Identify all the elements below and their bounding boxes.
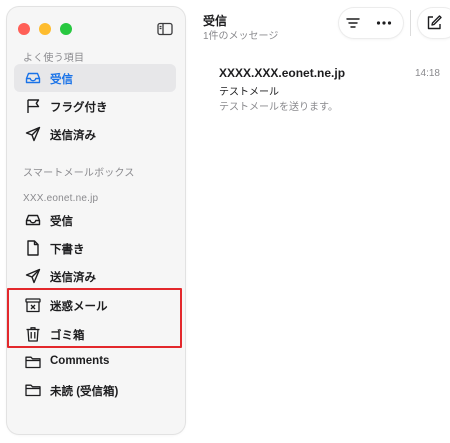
message-time: 14:18 — [414, 68, 440, 79]
message-list-item[interactable]: XXXX.XXX.eonet.ne.jp 14:18 テストメール テストメール… — [210, 58, 440, 118]
filter-icon[interactable] — [343, 13, 363, 33]
folder-icon — [24, 381, 42, 399]
sidebar-item-drafts[interactable]: 下書き — [14, 234, 176, 262]
flag-icon — [24, 97, 42, 115]
sidebar-item-flagged[interactable]: フラグ付き — [14, 92, 176, 120]
smart-mailboxes-header[interactable]: スマートメールボックス — [23, 164, 135, 179]
account-header[interactable]: XXX.eonet.ne.jp — [23, 193, 98, 204]
sidebar: よく使う項目 受信 フラグ付き 送信済み スマートメールボックス XXX.eon… — [7, 7, 185, 434]
sidebar-item-unread-inbox[interactable]: 未読 (受信箱) — [14, 376, 176, 404]
message-sender: XXXX.XXX.eonet.ne.jp — [219, 66, 346, 80]
sidebar-item-label: 下書き — [50, 244, 85, 256]
sidebar-item-label: Comments — [50, 355, 110, 367]
toolbar-divider — [410, 10, 411, 36]
message-subject: テストメール — [219, 87, 279, 98]
inbox-icon — [24, 211, 42, 229]
favorites-header: よく使う項目 — [23, 53, 85, 64]
sidebar-item-favorites-inbox[interactable]: 受信 — [14, 64, 176, 92]
sent-icon — [24, 267, 42, 285]
sidebar-item-favorites-sent[interactable]: 送信済み — [14, 120, 176, 148]
sent-icon — [24, 125, 42, 143]
sidebar-toggle-icon[interactable] — [156, 20, 174, 38]
sidebar-item-comments[interactable]: Comments — [14, 348, 176, 376]
sidebar-item-account-sent[interactable]: 送信済み — [14, 262, 176, 290]
sidebar-item-account-inbox[interactable]: 受信 — [14, 206, 176, 234]
sidebar-item-label: 受信 — [50, 216, 73, 228]
junk-trash-highlight — [7, 288, 182, 348]
sidebar-item-label: 受信 — [50, 74, 73, 86]
compose-icon[interactable] — [424, 13, 444, 33]
sidebar-item-label: 未読 (受信箱) — [50, 386, 119, 398]
message-preview: テストメールを送ります。 — [219, 102, 338, 113]
draft-icon — [24, 239, 42, 257]
mail-window: よく使う項目 受信 フラグ付き 送信済み スマートメールボックス XXX.eon… — [0, 0, 450, 443]
close-window-button[interactable] — [18, 23, 30, 35]
minimize-window-button[interactable] — [39, 23, 51, 35]
zoom-window-button[interactable] — [60, 23, 72, 35]
inbox-icon — [24, 69, 42, 87]
sidebar-item-label: 送信済み — [50, 272, 96, 284]
more-options-icon[interactable] — [374, 13, 394, 33]
sidebar-item-label: 送信済み — [50, 130, 96, 142]
sidebar-item-label: フラグ付き — [50, 102, 108, 114]
folder-icon — [24, 353, 42, 371]
message-count: 1件のメッセージ — [203, 31, 279, 42]
